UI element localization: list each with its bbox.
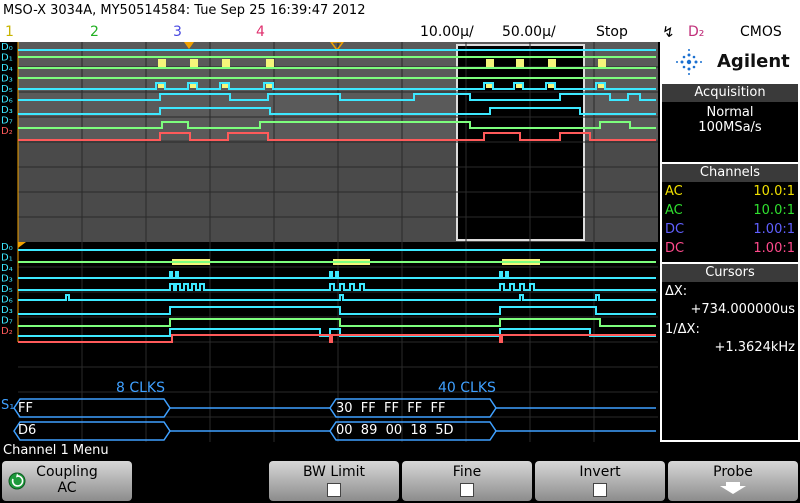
digital-channel-label: D₇ <box>1 116 13 127</box>
bw-limit-softkey-label: BW Limit <box>302 464 366 480</box>
channel-4-indicator[interactable]: 4 <box>256 22 265 42</box>
channel-coupling: AC <box>665 184 683 199</box>
digital-channel-label: D₅ <box>1 284 13 295</box>
cursor-dx-value: +734.000000us <box>690 302 795 317</box>
side-panel: Agilent Acquisition Normal 100MSa/s Chan… <box>660 42 800 442</box>
channel-1-indicator[interactable]: 1 <box>5 22 14 42</box>
channels-heading[interactable]: Channels <box>662 164 798 182</box>
channel-probe-ratio: 1.00:1 <box>753 241 795 256</box>
digital-channel-label: D₆ <box>1 95 13 106</box>
digital-channel-label: D₂ <box>1 326 13 337</box>
zoom-waveform-area[interactable]: D₀ D₁ D₄ D₃ D₅ D₆ D₃ D₇ D₂ 8 CLKS 40 CLKS S₁ FF … <box>0 242 658 442</box>
fine-checkbox[interactable] <box>460 483 474 497</box>
title-bar: MSO-X 3034A, MY50514584: Tue Sep 25 16:3… <box>0 0 800 22</box>
digital-trace <box>18 306 656 315</box>
overview-waveform-svg: D₀D₁D₄D₃D₅D₆D₃D₇D₂ <box>1 41 658 242</box>
digital-channel-label: D₇ <box>1 316 13 327</box>
title-text: MSO-X 3034A, MY50514584: Tue Sep 25 16:3… <box>3 3 366 18</box>
bus-row2-left: D6 <box>18 423 37 438</box>
trigger-position-marker-icon <box>18 242 26 248</box>
cursor-inverse-value: +1.3624kHz <box>714 340 795 355</box>
fine-softkey-label: Fine <box>452 464 482 480</box>
channel-3-indicator[interactable]: 3 <box>173 22 182 42</box>
agilent-spark-logo-icon <box>676 49 702 75</box>
digital-channel-label: D₀ <box>1 242 13 253</box>
bus-label: S₁ <box>1 398 15 413</box>
brand-box: Agilent <box>662 42 798 82</box>
digital-channel-label: D₄ <box>1 63 13 74</box>
bus-annotation-left: 8 CLKS <box>116 380 165 396</box>
digital-trace <box>18 283 656 291</box>
digital-channel-label: D₃ <box>1 74 13 85</box>
channel-probe-ratio: 10.0:1 <box>753 184 795 199</box>
acquisition-rate: 100MSa/s <box>698 120 762 135</box>
clock-burst-mark <box>190 59 198 67</box>
bw-limit-checkbox[interactable] <box>327 483 341 497</box>
coupling-softkey[interactable]: Coupling AC <box>2 461 132 501</box>
digital-channel-label: D₃ <box>1 305 13 316</box>
menu-title: Channel 1 Menu <box>3 443 109 458</box>
bus-decode-frame <box>13 421 171 441</box>
clock-burst-mark <box>222 59 230 67</box>
logic-family: CMOS <box>740 24 782 40</box>
menu-title-bar: Channel 1 Menu <box>0 442 800 460</box>
digital-channel-label: D₁ <box>1 253 13 264</box>
digital-channel-label: D₅ <box>1 84 13 95</box>
acquisition-mode: Normal <box>706 105 754 120</box>
bw-limit-softkey[interactable]: BW Limit <box>269 461 399 501</box>
channel-probe-ratio: 1.00:1 <box>753 222 795 237</box>
bus-annotation-right: 40 CLKS <box>438 380 496 396</box>
timebase-readout[interactable]: 10.00µ/ <box>420 22 474 42</box>
status-header: 1 2 3 4 10.00µ/ 50.00µ/ Stop ↯ D₂ CMOS <box>0 22 800 42</box>
probe-softkey[interactable]: Probe <box>668 461 798 501</box>
digital-channel-label: D₃ <box>1 105 13 116</box>
acquisition-box: Normal 100MSa/s <box>662 102 798 162</box>
overview-waveform-area[interactable]: D₀ D₁ D₄ D₃ D₅ D₆ D₃ D₇ D₂ <box>0 41 658 242</box>
channels-box: AC 10.0:1 AC 10.0:1 DC 1.00:1 DC 1.00:1 <box>662 182 798 262</box>
trigger-source[interactable]: D₂ <box>688 22 704 42</box>
clock-burst-mark <box>486 59 494 67</box>
digital-trace <box>18 318 656 327</box>
clock-burst-mark <box>516 59 524 67</box>
delay-readout[interactable]: 50.00µ/ <box>502 22 556 42</box>
rotary-knob-icon <box>8 472 26 490</box>
digital-channel-label: D₄ <box>1 263 13 274</box>
invert-checkbox[interactable] <box>593 483 607 497</box>
channel-2-indicator[interactable]: 2 <box>90 22 99 42</box>
cursor-dx-label: ΔX: <box>665 284 688 299</box>
brand-logo-text: Agilent <box>717 51 790 72</box>
cursors-heading[interactable]: Cursors <box>662 264 798 282</box>
clock-burst-mark <box>158 59 166 67</box>
acquisition-heading[interactable]: Acquisition <box>662 84 798 102</box>
channel-coupling: DC <box>665 241 685 256</box>
clock-burst-mark <box>548 59 556 67</box>
clock-burst-mark <box>266 59 274 67</box>
cursor-inverse-label: 1/ΔX: <box>665 322 700 337</box>
invert-softkey[interactable]: Invert <box>535 461 665 501</box>
cursors-box: ΔX: +734.000000us 1/ΔX: +1.3624kHz <box>662 282 798 440</box>
digital-trace <box>18 294 656 301</box>
digital-trace <box>18 271 656 279</box>
submenu-arrow-down-icon <box>720 482 746 494</box>
digital-channel-label: D₁ <box>1 53 13 64</box>
bus-row2-right: 00 89 00 18 5D <box>336 423 454 438</box>
invert-softkey-label: Invert <box>579 464 621 480</box>
zoom-waveform-svg: D₀D₁D₄D₃D₅D₆D₃D₇D₂ <box>1 242 658 442</box>
probe-softkey-label: Probe <box>713 464 753 480</box>
clock-burst-mark <box>598 59 606 67</box>
run-state[interactable]: Stop <box>596 22 628 42</box>
bus-row1-right: 30 FF FF FF FF <box>336 401 446 416</box>
channel-coupling: DC <box>665 222 685 237</box>
digital-channel-label: D₃ <box>1 274 13 285</box>
trigger-edge-icon: ↯ <box>662 23 675 41</box>
bus-row1-left: FF <box>18 401 33 416</box>
channel-coupling: AC <box>665 203 683 218</box>
digital-channel-label: D₆ <box>1 295 13 306</box>
digital-channel-label: D₂ <box>1 126 13 137</box>
fine-softkey[interactable]: Fine <box>402 461 532 501</box>
bus-decode-frame <box>13 398 171 418</box>
channel-probe-ratio: 10.0:1 <box>753 203 795 218</box>
digital-channel-label: D₀ <box>1 42 13 53</box>
